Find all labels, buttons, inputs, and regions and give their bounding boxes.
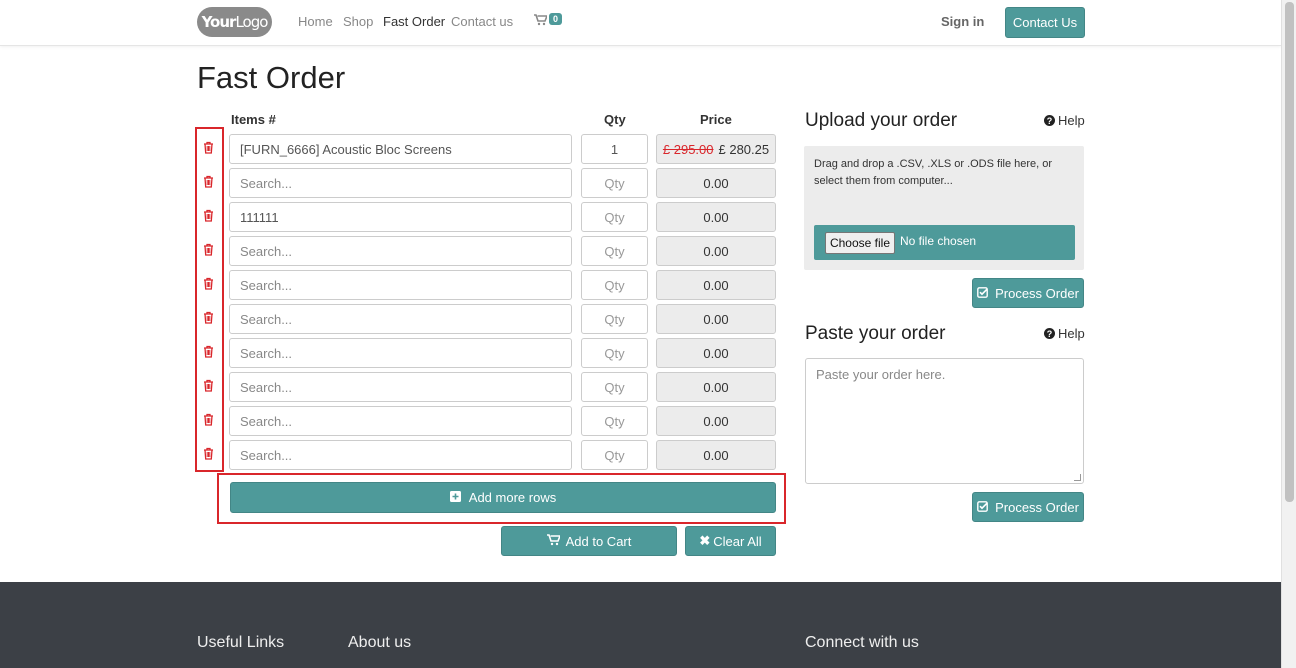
header-items: Items # — [231, 112, 276, 127]
close-icon: ✖ — [699, 533, 711, 548]
plus-square-icon — [449, 490, 461, 505]
item-search-input[interactable]: Search... — [229, 338, 572, 368]
qty-input[interactable]: Qty — [581, 338, 648, 368]
qty-input[interactable]: Qty — [581, 440, 648, 470]
current-price: £ 280.25 — [718, 141, 770, 157]
item-search-input[interactable]: 111111 — [229, 202, 572, 232]
footer-about-us: About us — [348, 634, 412, 651]
paste-order-textarea[interactable]: Paste your order here. — [805, 358, 1084, 484]
item-search-input[interactable]: [FURN_6666] Acoustic Bloc Screens — [229, 134, 572, 164]
current-price: 0.00 — [703, 413, 729, 429]
current-price: 0.00 — [703, 243, 729, 259]
nav-fast-order[interactable]: Fast Order — [383, 14, 445, 29]
trash-icon[interactable] — [203, 277, 216, 291]
qty-input[interactable]: Qty — [581, 168, 648, 198]
price-display: 0.00 — [656, 168, 776, 198]
item-search-input[interactable]: Search... — [229, 440, 572, 470]
footer — [0, 582, 1281, 668]
nav-home[interactable]: Home — [298, 14, 333, 29]
paste-title: Paste your order — [805, 323, 946, 344]
trash-icon[interactable] — [203, 311, 216, 325]
check-square-icon — [977, 500, 989, 515]
qty-input[interactable]: 1 — [581, 134, 648, 164]
trash-icon[interactable] — [203, 345, 216, 359]
nav-contact-us[interactable]: Contact us — [451, 14, 513, 29]
current-price: 0.00 — [703, 379, 729, 395]
item-search-input[interactable]: Search... — [229, 372, 572, 402]
paste-help-link[interactable]: ? Help — [1044, 326, 1085, 341]
price-display: 0.00 — [656, 304, 776, 334]
price-display: 0.00 — [656, 406, 776, 436]
add-more-rows-button[interactable]: Add more rows — [230, 482, 776, 513]
company-logo[interactable]: Your Logo — [197, 7, 272, 37]
cart-icon — [546, 533, 561, 549]
price-display: 0.00 — [656, 202, 776, 232]
price-display: 0.00 — [656, 440, 776, 470]
trash-icon[interactable] — [203, 379, 216, 393]
item-search-input[interactable]: Search... — [229, 270, 572, 300]
contact-us-button[interactable]: Contact Us — [1005, 7, 1085, 38]
no-file-label: No file chosen — [900, 234, 977, 248]
item-search-input[interactable]: Search... — [229, 304, 572, 334]
price-display: 0.00 — [656, 338, 776, 368]
clear-all-button[interactable]: ✖ Clear All — [685, 526, 776, 556]
qty-input[interactable]: Qty — [581, 406, 648, 436]
process-upload-button[interactable]: Process Order — [972, 278, 1084, 308]
upload-help-link[interactable]: ? Help — [1044, 113, 1085, 128]
qty-input[interactable]: Qty — [581, 372, 648, 402]
price-display: 0.00 — [656, 236, 776, 266]
qty-input[interactable]: Qty — [581, 304, 648, 334]
item-search-input[interactable]: Search... — [229, 406, 572, 436]
footer-connect: Connect with us — [805, 634, 919, 651]
top-navbar: Your Logo Home Shop Fast Order Contact us… — [0, 0, 1281, 46]
current-price: 0.00 — [703, 175, 729, 191]
header-qty: Qty — [604, 112, 626, 127]
page-scrollbar[interactable] — [1281, 0, 1296, 668]
trash-icon[interactable] — [203, 141, 216, 155]
item-search-input[interactable]: Search... — [229, 168, 572, 198]
page-title: Fast Order — [197, 60, 346, 95]
header-price: Price — [700, 112, 732, 127]
resize-handle[interactable] — [1074, 474, 1081, 481]
check-square-icon — [977, 286, 989, 301]
upload-title: Upload your order — [805, 110, 958, 131]
trash-icon[interactable] — [203, 413, 216, 427]
trash-icon[interactable] — [203, 175, 216, 189]
add-to-cart-button[interactable]: Add to Cart — [501, 526, 677, 556]
trash-icon[interactable] — [203, 209, 216, 223]
sign-in-link[interactable]: Sign in — [941, 14, 984, 29]
old-price: £ 295.00 — [662, 141, 714, 157]
current-price: 0.00 — [703, 311, 729, 327]
price-display: £ 295.00 £ 280.25 — [656, 134, 776, 164]
item-search-input[interactable]: Search... — [229, 236, 572, 266]
qty-input[interactable]: Qty — [581, 270, 648, 300]
current-price: 0.00 — [703, 277, 729, 293]
cart-icon[interactable] — [534, 14, 549, 29]
scrollbar-thumb[interactable] — [1285, 2, 1294, 502]
trash-icon[interactable] — [203, 243, 216, 257]
price-display: 0.00 — [656, 270, 776, 300]
current-price: 0.00 — [703, 345, 729, 361]
cart-count-badge: 0 — [549, 13, 563, 25]
upload-instructions: Drag and drop a .CSV, .XLS or .ODS file … — [814, 158, 1053, 187]
current-price: 0.00 — [703, 447, 729, 463]
trash-icon[interactable] — [203, 447, 216, 461]
qty-input[interactable]: Qty — [581, 202, 648, 232]
price-display: 0.00 — [656, 372, 776, 402]
question-circle-icon: ? — [1044, 328, 1055, 339]
nav-shop[interactable]: Shop — [343, 14, 373, 29]
current-price: 0.00 — [703, 209, 729, 225]
process-paste-button[interactable]: Process Order — [972, 492, 1084, 522]
qty-input[interactable]: Qty — [581, 236, 648, 266]
question-circle-icon: ? — [1044, 115, 1055, 126]
choose-file-button[interactable]: Choose file — [825, 232, 895, 254]
footer-useful-links: Useful Links — [197, 634, 285, 651]
